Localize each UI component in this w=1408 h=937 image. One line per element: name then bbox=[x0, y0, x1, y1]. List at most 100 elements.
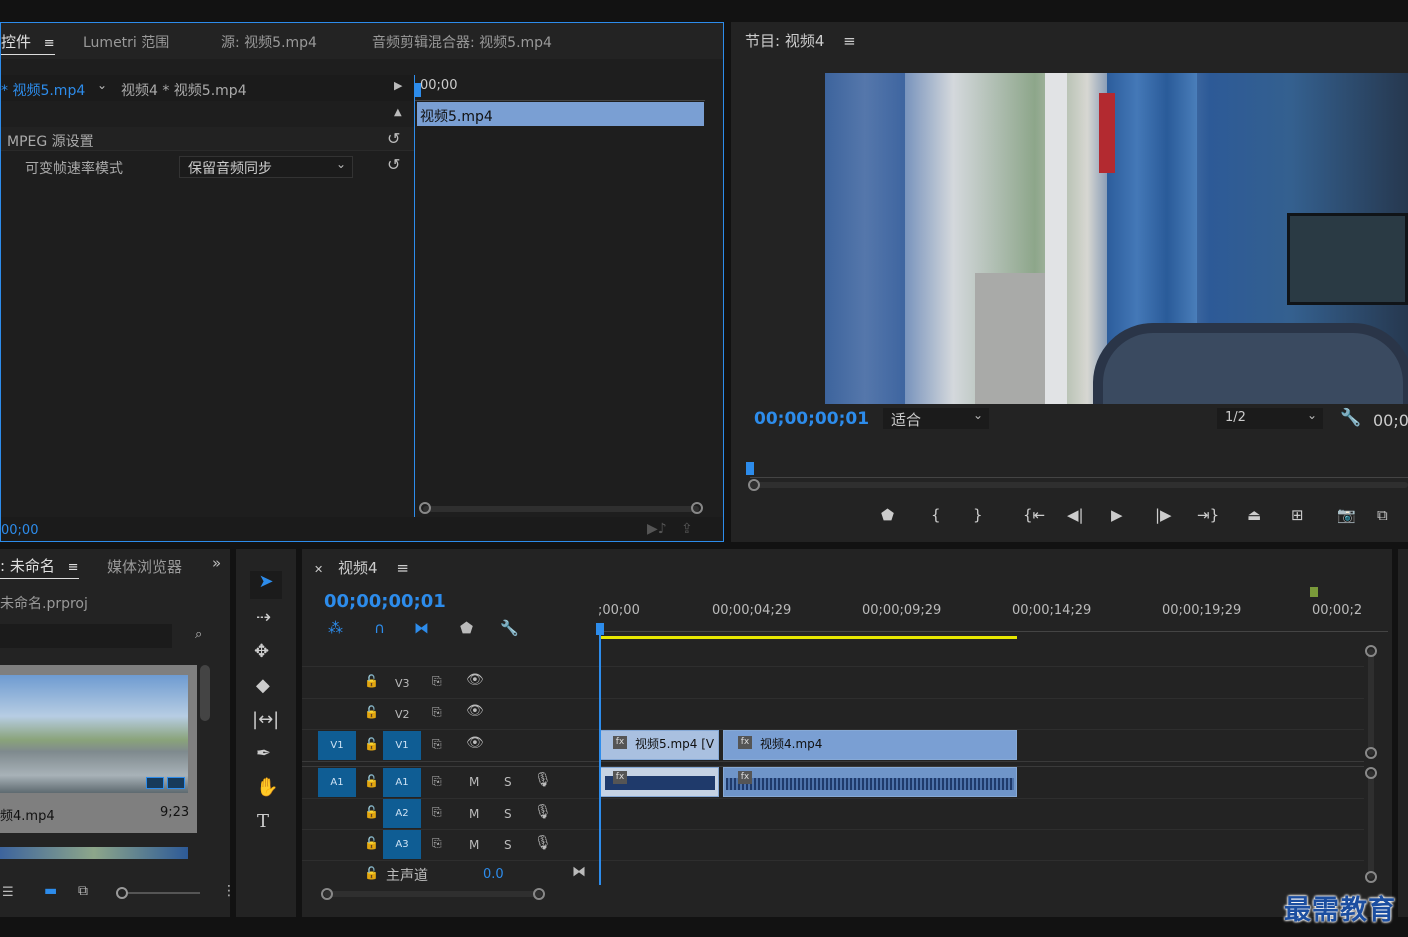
panel-menu-icon[interactable]: ≡ bbox=[843, 32, 856, 50]
add-marker-icon[interactable]: ⬟ bbox=[460, 619, 473, 637]
slip-tool-icon[interactable]: |↔| bbox=[252, 709, 279, 730]
video-tracks-scrollbar[interactable] bbox=[1365, 645, 1377, 759]
panel-menu-icon[interactable]: ≡ bbox=[396, 559, 409, 577]
more-panels-icon[interactable]: » bbox=[212, 554, 221, 572]
thumbnail-size-slider[interactable] bbox=[116, 887, 200, 899]
play-triangle-icon[interactable]: ▶ bbox=[394, 79, 402, 92]
v1-clip-video4[interactable]: fx 视频4.mp4 bbox=[723, 730, 1017, 760]
pen-tool-icon[interactable]: ✒ bbox=[256, 743, 271, 764]
project-search-input[interactable] bbox=[0, 624, 172, 648]
reset-icon[interactable]: ↺ bbox=[387, 155, 400, 174]
playhead-marker[interactable] bbox=[746, 462, 754, 475]
mark-in-icon[interactable]: { bbox=[931, 506, 941, 524]
a1-clip-video5[interactable]: fx bbox=[600, 767, 719, 797]
master-volume-value[interactable]: 0.0 bbox=[483, 867, 504, 882]
sequence-clip-label[interactable]: 视频4 * 视频5.mp4 bbox=[121, 80, 247, 100]
tab-media-browser[interactable]: 媒体浏览器 bbox=[107, 556, 183, 577]
microphone-icon[interactable]: 🎙 bbox=[534, 835, 552, 851]
mini-clip[interactable]: 视频5.mp4 bbox=[417, 102, 704, 126]
panel-menu-icon[interactable]: ≡ bbox=[44, 36, 55, 51]
mark-out-icon[interactable]: } bbox=[973, 506, 983, 524]
go-to-end-icon[interactable]: ⧓ bbox=[572, 864, 586, 880]
add-marker-icon[interactable]: ⬟ bbox=[881, 506, 894, 524]
track-target-a1[interactable]: A1 bbox=[383, 768, 421, 797]
linked-selection-icon[interactable]: ⧓ bbox=[414, 619, 429, 637]
lock-icon[interactable]: 🔓 bbox=[364, 866, 379, 880]
tab-effect-controls[interactable]: 控件 ≡ bbox=[1, 31, 55, 55]
tab-lumetri-scopes[interactable]: Lumetri 范围 bbox=[83, 32, 169, 52]
sync-lock-icon[interactable]: ⎘ bbox=[432, 774, 442, 789]
selection-tool-icon[interactable]: ➤ bbox=[250, 571, 282, 599]
solo-button[interactable]: S bbox=[504, 838, 512, 852]
timeline-timecode[interactable]: 00;00;00;01 bbox=[324, 591, 446, 612]
program-zoom-scrollbar[interactable] bbox=[748, 479, 1408, 491]
work-area-bar[interactable] bbox=[600, 636, 1017, 639]
eye-icon[interactable]: 👁 bbox=[466, 672, 484, 688]
timeline-playhead[interactable] bbox=[599, 623, 601, 885]
track-target-a3[interactable]: A3 bbox=[383, 830, 421, 859]
nest-sequence-icon[interactable]: ⁂ bbox=[328, 619, 343, 637]
source-patch-v1[interactable]: V1 bbox=[318, 731, 356, 760]
mute-button[interactable]: M bbox=[469, 838, 479, 852]
audio-tracks-scrollbar[interactable] bbox=[1365, 767, 1377, 883]
track-select-tool-icon[interactable]: ⇢ bbox=[256, 607, 271, 628]
lock-icon[interactable]: 🔓 bbox=[364, 705, 379, 719]
step-back-icon[interactable]: ◀| bbox=[1067, 506, 1084, 524]
lock-icon[interactable]: 🔓 bbox=[364, 674, 379, 688]
extract-icon[interactable]: ⊞ bbox=[1291, 506, 1304, 524]
wrench-icon[interactable]: 🔧 bbox=[1340, 408, 1361, 428]
hand-tool-icon[interactable]: ✋ bbox=[256, 777, 278, 798]
sync-lock-icon[interactable]: ⎘ bbox=[432, 805, 442, 820]
lock-icon[interactable]: 🔓 bbox=[364, 737, 379, 751]
sequence-marker[interactable] bbox=[1310, 587, 1318, 597]
chevron-down-icon[interactable]: ⌄ bbox=[97, 78, 107, 92]
compare-view-icon[interactable]: ⧉ bbox=[1377, 506, 1388, 524]
program-ruler[interactable] bbox=[750, 462, 1408, 478]
project-item-card[interactable]: 频4.mp4 9;23 bbox=[0, 665, 197, 833]
eye-icon[interactable]: 👁 bbox=[466, 703, 484, 719]
collapse-up-icon[interactable]: ▲ bbox=[394, 107, 402, 118]
reset-icon[interactable]: ↺ bbox=[387, 129, 400, 148]
sync-lock-icon[interactable]: ⎘ bbox=[432, 674, 442, 689]
a1-clip-video4[interactable]: fx bbox=[723, 767, 1017, 797]
lock-icon[interactable]: 🔓 bbox=[364, 836, 379, 850]
lift-icon[interactable]: ⏏ bbox=[1247, 506, 1261, 524]
playhead-marker[interactable] bbox=[415, 83, 421, 97]
export-frame-camera-icon[interactable]: 📷 bbox=[1337, 506, 1356, 524]
program-timecode[interactable]: 00;00;00;01 bbox=[754, 409, 869, 429]
export-icon[interactable]: ⇪ bbox=[681, 521, 693, 537]
sync-lock-icon[interactable]: ⎘ bbox=[432, 836, 442, 851]
eye-icon[interactable]: 👁 bbox=[466, 735, 484, 751]
solo-button[interactable]: S bbox=[504, 807, 512, 821]
go-to-out-icon[interactable]: ⇥} bbox=[1197, 506, 1219, 524]
tab-sequence[interactable]: ✕ 视频4 ≡ bbox=[314, 557, 409, 578]
zoom-fit-dropdown[interactable]: 适合 ⌄ bbox=[883, 408, 989, 429]
lock-icon[interactable]: 🔓 bbox=[364, 774, 379, 788]
source-patch-a1[interactable]: A1 bbox=[318, 768, 356, 797]
close-icon[interactable]: ✕ bbox=[314, 563, 323, 576]
timeline-ruler[interactable]: ;00;00 00;00;04;29 00;00;09;29 00;00;14;… bbox=[598, 587, 1392, 635]
playhead-marker[interactable] bbox=[596, 623, 604, 635]
snap-magnet-icon[interactable]: ∩ bbox=[374, 619, 385, 637]
track-target-v1[interactable]: V1 bbox=[383, 731, 421, 760]
tab-source[interactable]: 源: 视频5.mp4 bbox=[221, 32, 317, 52]
search-bin-icon[interactable]: ⌕ bbox=[195, 627, 202, 642]
type-tool-icon[interactable]: T bbox=[257, 811, 269, 832]
panel-menu-icon[interactable]: ≡ bbox=[68, 560, 79, 575]
microphone-icon[interactable]: 🎙 bbox=[534, 804, 552, 820]
ripple-edit-tool-icon[interactable]: ✥ bbox=[254, 641, 269, 662]
go-to-in-icon[interactable]: {⇤ bbox=[1023, 506, 1045, 524]
freeform-view-icon[interactable]: ⧉ bbox=[78, 883, 88, 899]
resolution-dropdown[interactable]: 1/2 ⌄ bbox=[1217, 408, 1323, 429]
mute-button[interactable]: M bbox=[469, 807, 479, 821]
sync-lock-icon[interactable]: ⎘ bbox=[432, 705, 442, 720]
mute-button[interactable]: M bbox=[469, 775, 479, 789]
solo-button[interactable]: S bbox=[504, 775, 512, 789]
mini-zoom-scrollbar[interactable] bbox=[419, 502, 703, 514]
project-scrollbar[interactable] bbox=[200, 665, 210, 721]
vfr-mode-dropdown[interactable]: 保留音频同步 ⌄ bbox=[179, 156, 353, 178]
icon-view-icon[interactable]: ▬ bbox=[44, 883, 57, 899]
lock-icon[interactable]: 🔓 bbox=[364, 805, 379, 819]
tab-audio-clip-mixer[interactable]: 音频剪辑混合器: 视频5.mp4 bbox=[372, 32, 552, 52]
sync-lock-icon[interactable]: ⎘ bbox=[432, 737, 442, 752]
